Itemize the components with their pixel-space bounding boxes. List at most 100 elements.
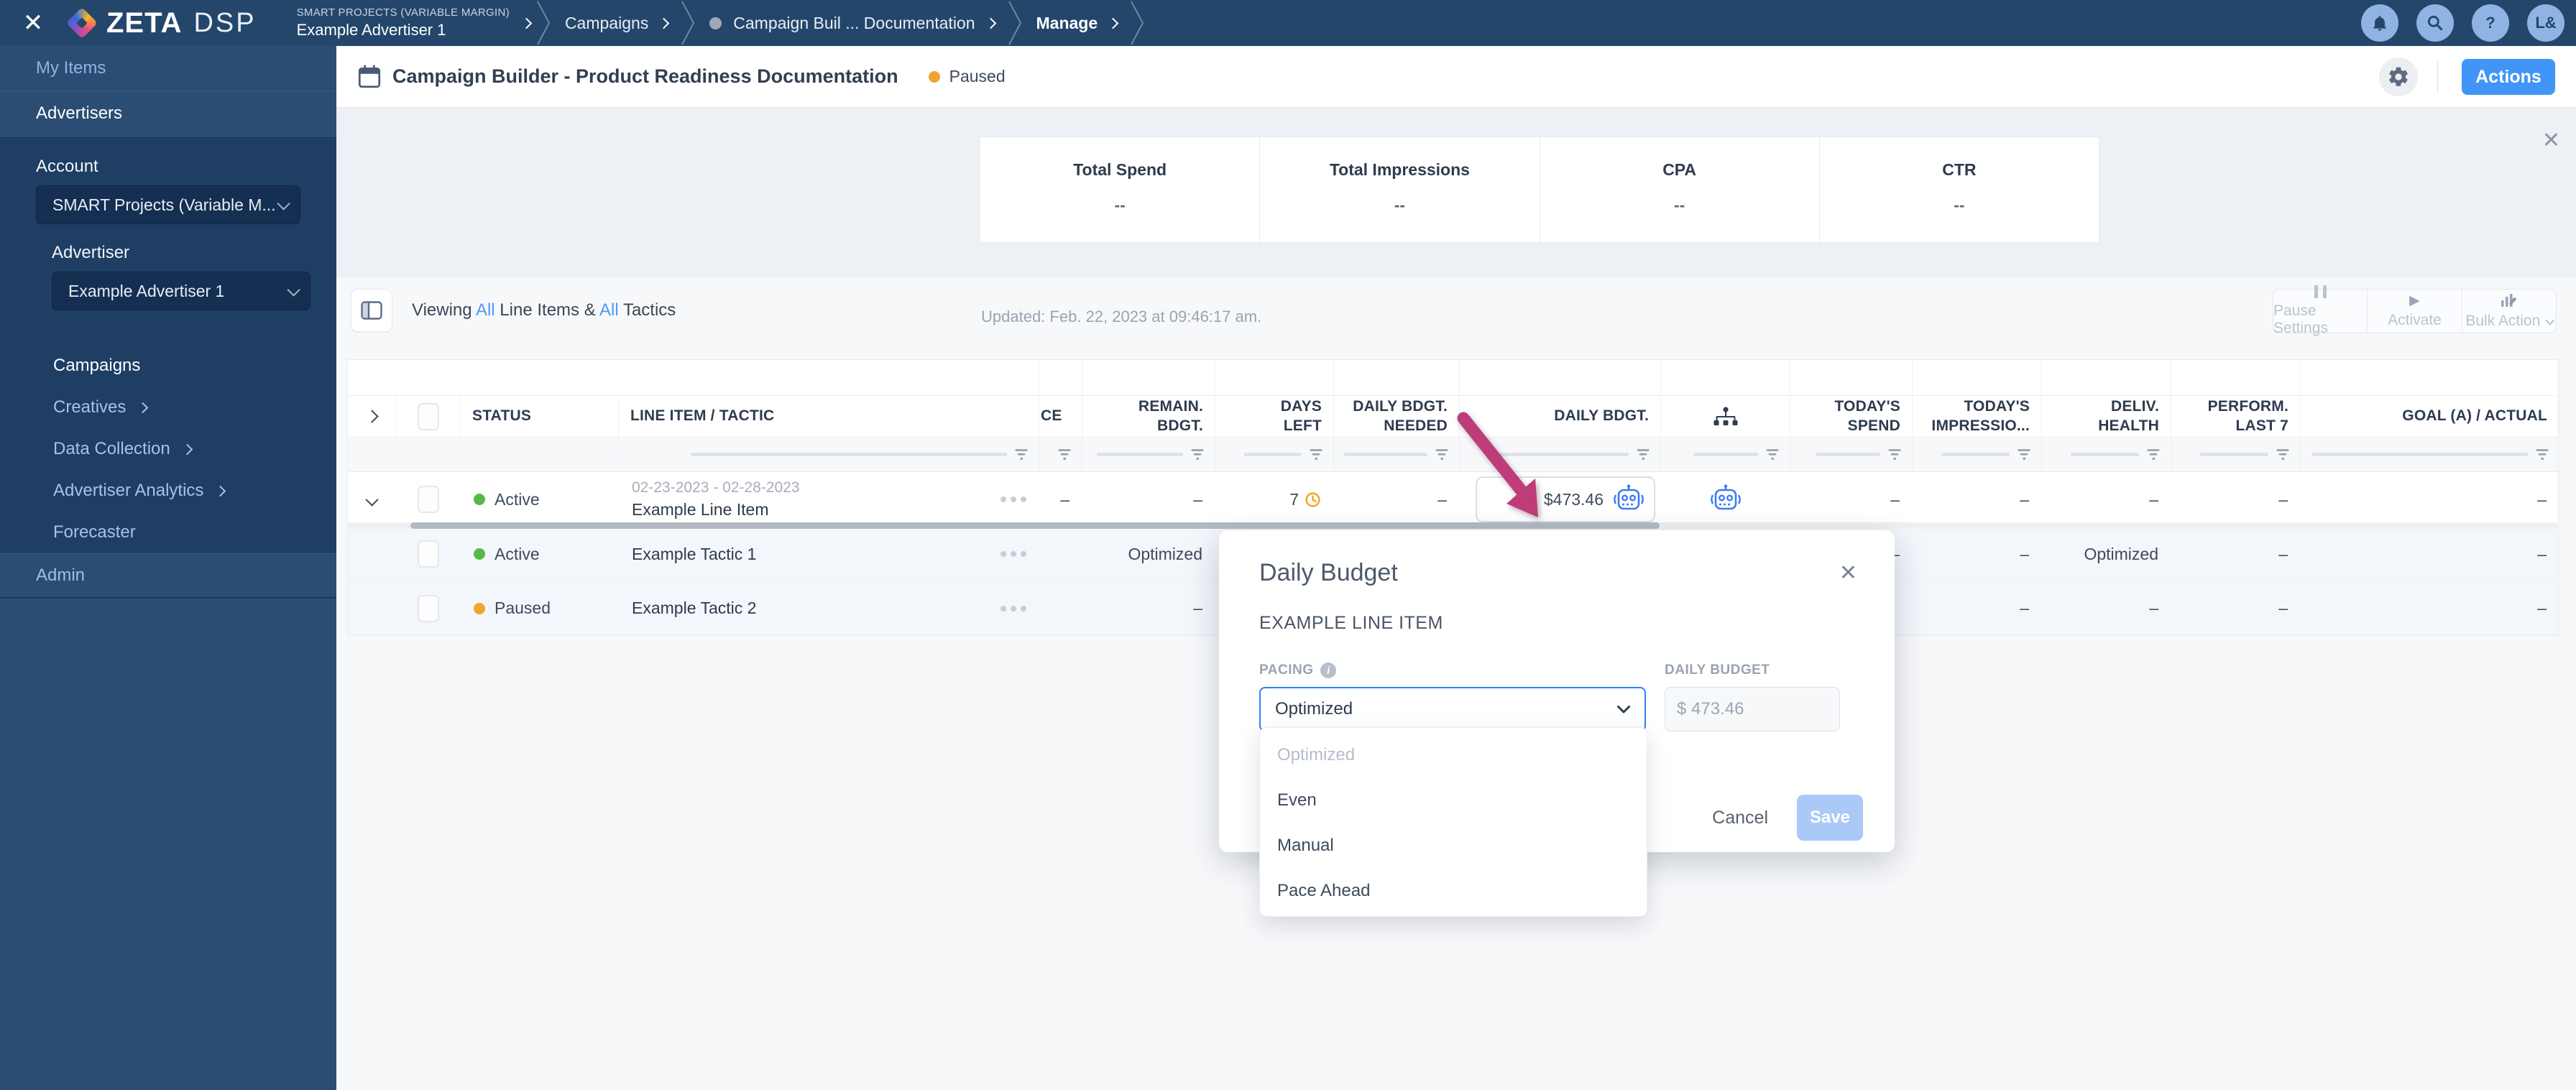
clock-warning-icon bbox=[1305, 491, 1320, 507]
pacing-select[interactable]: Optimized bbox=[1259, 687, 1646, 731]
sidebar-item-campaigns[interactable]: Campaigns bbox=[0, 345, 336, 387]
activate-button[interactable]: ▶ Activate bbox=[2367, 290, 2461, 333]
filter-icon bbox=[2018, 449, 2030, 460]
col-todays-spend[interactable]: TODAY'S SPEND bbox=[1790, 396, 1913, 437]
expand-all-header[interactable] bbox=[348, 396, 396, 437]
col-line-item[interactable]: LINE ITEM / TACTIC bbox=[619, 396, 1039, 437]
row-menu-icon[interactable] bbox=[1000, 496, 1026, 502]
row-menu-icon[interactable] bbox=[1000, 551, 1026, 557]
account-label: Account bbox=[36, 157, 98, 176]
chevron-right-icon bbox=[658, 17, 670, 29]
actions-button[interactable]: Actions bbox=[2462, 59, 2555, 95]
robot-optimized-icon[interactable] bbox=[1709, 484, 1742, 514]
col-pace-truncated[interactable]: CE bbox=[1039, 396, 1082, 437]
filter-icon bbox=[1310, 449, 1322, 460]
close-icon[interactable]: ✕ bbox=[1839, 560, 1857, 586]
filter-icon bbox=[1888, 449, 1901, 460]
days-left-value: 7 bbox=[1289, 490, 1321, 509]
filter-hierarchy[interactable] bbox=[1661, 438, 1790, 471]
filter-all-tactics[interactable]: All bbox=[599, 300, 619, 320]
close-icon[interactable]: ✕ bbox=[2542, 128, 2560, 153]
col-todays-impressions[interactable]: TODAY'S IMPRESSIO... bbox=[1913, 396, 2042, 437]
tactic-name[interactable]: Example Tactic 2 bbox=[632, 599, 756, 618]
filter-icon bbox=[1191, 449, 1204, 460]
help-icon[interactable]: ? bbox=[2472, 4, 2509, 42]
pacing-option-pace-ahead[interactable]: Pace Ahead bbox=[1260, 868, 1647, 913]
account-select[interactable]: SMART Projects (Variable M... bbox=[36, 185, 300, 224]
zeta-dsp-logo[interactable]: ZETA DSP bbox=[65, 7, 257, 40]
chevron-down-icon bbox=[277, 196, 290, 211]
row-checkbox[interactable] bbox=[418, 486, 439, 513]
filter-remaining-budget[interactable] bbox=[1082, 438, 1215, 471]
bulk-action-button[interactable]: Bulk Action bbox=[2461, 290, 2556, 333]
col-daily-budget[interactable]: DAILY BDGT. bbox=[1460, 396, 1661, 437]
filter-todays-impressions[interactable] bbox=[1913, 438, 2042, 471]
modal-line-item-name: EXAMPLE LINE ITEM bbox=[1259, 613, 1443, 633]
filter-daily-budget-needed[interactable] bbox=[1334, 438, 1460, 471]
breadcrumb-account[interactable]: SMART PROJECTS (VARIABLE MARGIN) Example… bbox=[297, 6, 533, 40]
col-hierarchy[interactable] bbox=[1661, 396, 1790, 437]
pacing-label: PACING bbox=[1259, 662, 1314, 678]
sidebar-item-my-items[interactable]: My Items bbox=[0, 46, 336, 91]
pacing-option-manual[interactable]: Manual bbox=[1260, 823, 1647, 868]
filter-line-item[interactable] bbox=[619, 438, 1039, 471]
filter-pace[interactable] bbox=[1039, 438, 1082, 471]
row-checkbox[interactable] bbox=[418, 594, 439, 622]
sidebar-item-creatives[interactable]: Creatives bbox=[0, 387, 336, 428]
filter-delivery-health[interactable] bbox=[2042, 438, 2171, 471]
breadcrumb-campaigns[interactable]: Campaigns bbox=[558, 14, 675, 33]
col-delivery-health[interactable]: DELIV. HEALTH bbox=[2042, 396, 2171, 437]
pacing-option-optimized[interactable]: Optimized bbox=[1260, 732, 1647, 777]
line-item-name[interactable]: 02-23-2023 - 02-28-2023 Example Line Ite… bbox=[632, 478, 800, 520]
sidebar-item-admin[interactable]: Admin bbox=[0, 553, 336, 598]
sidebar-item-advertisers[interactable]: Advertisers bbox=[0, 91, 336, 137]
col-daily-budget-needed[interactable]: DAILY BDGT. NEEDED bbox=[1334, 396, 1460, 437]
campaign-status-badge: Paused bbox=[928, 67, 1006, 86]
stats-band: Total Spend -- Total Impressions -- CPA … bbox=[336, 108, 2576, 325]
breadcrumb-campaign-doc[interactable]: Campaign Buil ... Documentation bbox=[702, 14, 1001, 33]
tactic-name[interactable]: Example Tactic 1 bbox=[632, 545, 756, 564]
cancel-button[interactable]: Cancel bbox=[1712, 808, 1768, 828]
user-avatar[interactable]: L& bbox=[2527, 4, 2564, 42]
select-all-header[interactable] bbox=[396, 396, 461, 437]
pacing-option-even[interactable]: Even bbox=[1260, 777, 1647, 823]
select-all-checkbox[interactable] bbox=[417, 402, 439, 430]
close-menu-icon[interactable]: ✕ bbox=[17, 9, 49, 37]
active-dot-icon bbox=[474, 548, 485, 560]
pacing-field: PACING i Optimized bbox=[1259, 662, 1646, 731]
sidebar-item-data-collection[interactable]: Data Collection bbox=[0, 428, 336, 470]
col-days-left[interactable]: DAYS LEFT bbox=[1215, 396, 1334, 437]
col-performance-last7[interactable]: PERFORM. LAST 7 bbox=[2171, 396, 2301, 437]
filter-days-left[interactable] bbox=[1215, 438, 1334, 471]
notifications-bell-icon[interactable] bbox=[2361, 4, 2398, 42]
table-row-line-item[interactable]: Active 02-23-2023 - 02-28-2023 Example L… bbox=[348, 472, 2558, 527]
advertiser-select[interactable]: Example Advertiser 1 bbox=[52, 272, 310, 310]
collapse-row-icon[interactable] bbox=[365, 492, 379, 507]
filter-todays-spend[interactable] bbox=[1790, 438, 1913, 471]
breadcrumb-manage[interactable]: Manage bbox=[1029, 14, 1125, 33]
info-icon[interactable]: i bbox=[1320, 662, 1337, 678]
bulk-actions-group: Pause Settings ▶ Activate Bulk Action bbox=[2273, 285, 2557, 336]
column-layout-icon[interactable] bbox=[351, 289, 392, 332]
filter-goal[interactable] bbox=[2301, 438, 2559, 471]
filter-performance[interactable] bbox=[2171, 438, 2301, 471]
settings-gear-icon[interactable] bbox=[2379, 57, 2418, 96]
horizontal-scrollbar-thumb[interactable] bbox=[410, 522, 1660, 529]
save-button[interactable]: Save bbox=[1797, 795, 1863, 841]
daily-budget-input[interactable]: $ 473.46 bbox=[1665, 687, 1840, 731]
filter-all-line-items[interactable]: All bbox=[476, 300, 495, 320]
col-status[interactable]: STATUS bbox=[461, 396, 619, 437]
status-badge: Active bbox=[474, 545, 540, 564]
filter-icon bbox=[2276, 449, 2289, 460]
row-checkbox[interactable] bbox=[418, 540, 439, 568]
col-goal-actual[interactable]: GOAL (A) / ACTUAL bbox=[2301, 396, 2559, 437]
pause-settings-button[interactable]: Pause Settings bbox=[2273, 285, 2367, 336]
daily-budget-cell[interactable]: $473.46 bbox=[1476, 476, 1655, 522]
hierarchy-icon bbox=[1714, 406, 1737, 425]
sidebar-item-forecaster[interactable]: Forecaster bbox=[0, 512, 336, 553]
filter-daily-budget[interactable] bbox=[1460, 438, 1661, 471]
search-icon[interactable] bbox=[2416, 4, 2454, 42]
sidebar-item-advertiser-analytics[interactable]: Advertiser Analytics bbox=[0, 470, 336, 512]
col-remaining-budget[interactable]: REMAIN. BDGT. bbox=[1082, 396, 1215, 437]
row-menu-icon[interactable] bbox=[1000, 605, 1026, 611]
